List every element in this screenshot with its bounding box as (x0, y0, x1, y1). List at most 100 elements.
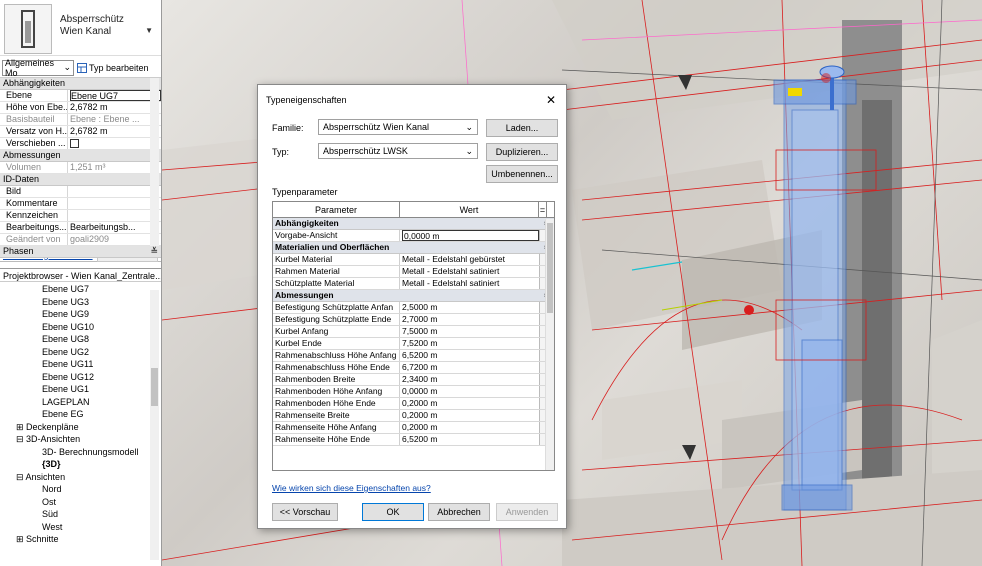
parameter-row[interactable]: Rahmenseite Breite 0,2000 m (273, 410, 554, 422)
column-parameter[interactable]: Parameter (273, 202, 400, 217)
parameter-row[interactable]: Rahmenabschluss Höhe Ende 6,7200 m (273, 362, 554, 374)
parameter-row[interactable]: Kurbel Anfang 7,5000 m (273, 326, 554, 338)
parameter-value[interactable]: 0,2000 m (400, 410, 539, 421)
property-value[interactable] (68, 186, 161, 197)
parameter-row[interactable]: Rahmenboden Höhe Ende 0,2000 m (273, 398, 554, 410)
tree-item[interactable]: Nord (0, 483, 161, 496)
ok-button[interactable]: OK (362, 503, 424, 521)
dialog-apply-button[interactable]: Anwenden (496, 503, 558, 521)
tree-item[interactable]: West (0, 521, 161, 534)
load-button[interactable]: Laden... (486, 119, 558, 137)
preview-button[interactable]: << Vorschau (272, 503, 338, 521)
tree-item[interactable]: Ebene UG10 (0, 321, 161, 334)
parameter-value[interactable]: 6,5200 m (400, 434, 539, 445)
parameter-row[interactable]: Rahmen Material Metall - Edelstahl satini… (273, 266, 554, 278)
expand-icon[interactable]: ⊞ (16, 534, 26, 544)
tree-item[interactable]: Ebene EG (0, 408, 161, 421)
help-properties-link[interactable]: Wie wirken sich diese Eigenschaften aus? (272, 483, 431, 493)
property-row[interactable]: Basisbauteil Ebene : Ebene ... (0, 114, 161, 126)
property-row[interactable]: Verschieben ... (0, 138, 161, 150)
parameter-value[interactable]: 6,5200 m (400, 350, 539, 361)
parameter-value[interactable]: Metall - Edelstahl gebürstet (400, 254, 539, 265)
parameter-row[interactable]: Kurbel Ende 7,5200 m (273, 338, 554, 350)
parameter-group-header[interactable]: Abhängigkeiten≈ (273, 218, 554, 230)
property-group-header[interactable]: ID-Daten≈ (0, 174, 161, 186)
parameter-value[interactable]: Metall - Edelstahl satiniert (400, 278, 539, 289)
property-group-header[interactable]: Abhängigkeiten≈ (0, 78, 161, 90)
parameter-value[interactable]: 2,3400 m (400, 374, 539, 385)
parameter-row[interactable]: Rahmenseite Höhe Anfang 0,2000 m (273, 422, 554, 434)
scrollbar-thumb[interactable] (547, 223, 553, 313)
tree-item[interactable]: ⊟ 3D-Ansichten (0, 433, 161, 446)
property-row[interactable]: Kennzeichen (0, 210, 161, 222)
parameter-value[interactable]: 0,2000 m (400, 422, 539, 433)
property-row[interactable]: Volumen 1,251 m³ (0, 162, 161, 174)
property-value[interactable] (68, 210, 161, 221)
property-value[interactable] (68, 138, 161, 149)
parameter-value[interactable]: 6,7200 m (400, 362, 539, 373)
property-scrollbar[interactable] (150, 78, 159, 246)
parameter-row[interactable]: Befestigung Schützplatte Ende 2,7000 m (273, 314, 554, 326)
type-combo[interactable]: Absperrschütz LWSK ⌄ (318, 143, 478, 159)
tree-item[interactable]: 3D- Berechnungsmodell (0, 446, 161, 459)
tree-item[interactable]: Ebene UG9 (0, 308, 161, 321)
browser-scrollbar[interactable] (150, 290, 159, 560)
property-row[interactable]: Kommentare (0, 198, 161, 210)
tree-item[interactable]: Ebene UG3 (0, 296, 161, 309)
property-row[interactable]: Höhe von Ebe... 2,6782 m (0, 102, 161, 114)
duplicate-button[interactable]: Duplizieren... (486, 143, 558, 161)
edit-type-button[interactable]: Typ bearbeiten (77, 62, 149, 73)
parameter-row[interactable]: Kurbel Material Metall - Edelstahl gebürs… (273, 254, 554, 266)
type-selector[interactable]: Absperrschütz Wien Kanal ▼ (0, 0, 161, 56)
cancel-button[interactable]: Abbrechen (428, 503, 490, 521)
property-row[interactable]: Versatz von H... 2,6782 m (0, 126, 161, 138)
tree-item[interactable]: Ebene UG11 (0, 358, 161, 371)
tree-item[interactable]: Ebene UG2 (0, 346, 161, 359)
property-row[interactable]: Geändert von goali2909 (0, 234, 161, 246)
parameter-value[interactable]: 2,5000 m (400, 302, 539, 313)
collapse-icon[interactable]: ⊟ (16, 472, 26, 482)
property-value[interactable]: 2,6782 m (68, 126, 161, 137)
parameter-value[interactable]: 7,5000 m (400, 326, 539, 337)
tree-item[interactable]: Ebene UG8 (0, 333, 161, 346)
rename-button[interactable]: Umbenennen... (486, 165, 558, 183)
chevron-down-icon[interactable]: ▼ (145, 26, 153, 35)
parameter-value[interactable]: 2,7000 m (400, 314, 539, 325)
tree-item[interactable]: LAGEPLAN (0, 396, 161, 409)
parameter-value[interactable]: 7,5200 m (400, 338, 539, 349)
family-combo[interactable]: Absperrschütz Wien Kanal ⌄ (318, 119, 478, 135)
property-value[interactable]: 2,6782 m (68, 102, 161, 113)
parameter-row[interactable]: Rahmenboden Breite 2,3400 m (273, 374, 554, 386)
tree-item[interactable]: Ebene UG1 (0, 383, 161, 396)
grid-scrollbar[interactable] (545, 219, 554, 470)
property-group-header[interactable]: Phasen ≚ (0, 246, 161, 258)
property-value[interactable]: Bearbeitungsb... (68, 222, 161, 233)
tree-item[interactable]: {3D} (0, 458, 161, 471)
parameter-row[interactable]: Befestigung Schützplatte Anfan 2,5000 m (273, 302, 554, 314)
parameter-value[interactable]: 0,0000 m (400, 230, 539, 241)
property-value[interactable] (68, 198, 161, 209)
parameter-group-header[interactable]: Materialien und Oberflächen≈ (273, 242, 554, 254)
tree-item[interactable]: Ost (0, 496, 161, 509)
column-value[interactable]: Wert (400, 202, 539, 217)
collapse-icon[interactable]: ⊟ (16, 434, 26, 444)
tree-item[interactable]: ⊟ Ansichten (0, 471, 161, 484)
parameter-value[interactable]: 0,2000 m (400, 398, 539, 409)
parameter-value[interactable]: Metall - Edelstahl satiniert (400, 266, 539, 277)
scrollbar-thumb[interactable] (151, 368, 158, 406)
instance-filter-select[interactable]: Allgemeines Mo ⌄ (2, 58, 74, 78)
parameter-row[interactable]: Rahmenboden Höhe Anfang 0,0000 m (273, 386, 554, 398)
property-row[interactable]: Bearbeitungs... Bearbeitungsb... (0, 222, 161, 234)
parameter-row[interactable]: Rahmenabschluss Höhe Anfang 6,5200 m (273, 350, 554, 362)
property-row[interactable]: Bild (0, 186, 161, 198)
tree-item[interactable]: Ebene UG7 (0, 283, 161, 296)
tree-item[interactable]: Ebene UG12 (0, 371, 161, 384)
expand-icon[interactable]: ⊞ (16, 422, 26, 432)
parameter-group-header[interactable]: Abmessungen≈ (273, 290, 554, 302)
tree-item[interactable]: Süd (0, 508, 161, 521)
parameter-value[interactable]: 0,0000 m (400, 386, 539, 397)
tree-item[interactable]: ⊞ Schnitte (0, 533, 161, 546)
property-row[interactable]: Ebene Ebene UG7 (0, 90, 161, 102)
parameter-row[interactable]: Schützplatte Material Metall - Edelstahl … (273, 278, 554, 290)
column-equals[interactable]: = (539, 202, 547, 217)
